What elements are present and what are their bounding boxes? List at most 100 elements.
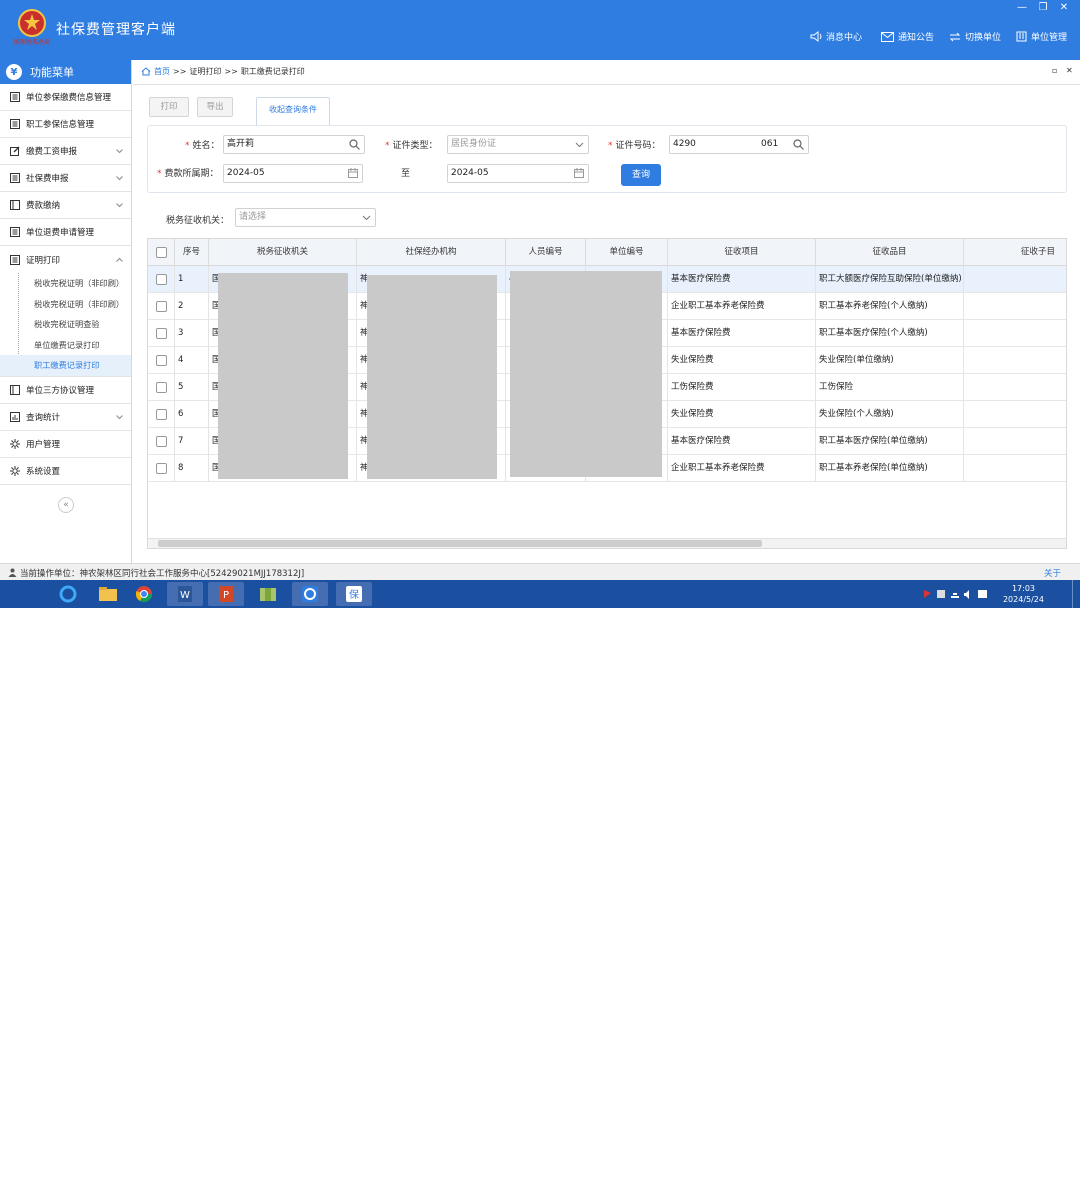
sidebar-item-payment[interactable]: 费款缴纳 [0,192,131,219]
sub-item-tax-certificate-2[interactable]: 税收完税证明（非印刷） [0,294,131,315]
calendar-icon[interactable] [348,168,358,185]
id-number-input[interactable]: 4290 061 [669,135,809,154]
title-bar: 国家税务总局 社保费管理客户端 — ❐ ✕ 消息中心 通知公告 切换单位 单位管… [0,0,1080,60]
switch-unit-label: 切换单位 [965,33,1002,43]
sidebar-item-tripartite-agreement[interactable]: 单位三方协议管理 [0,377,131,404]
cell-select[interactable] [148,374,175,401]
notice-label: 通知公告 [898,33,935,43]
tray-icons[interactable] [922,588,990,603]
sidebar-collapse-button[interactable]: « [58,497,74,513]
minimize-button[interactable]: — [1014,2,1030,13]
search-button[interactable]: 查询 [621,164,661,186]
sidebar: ¥ 功能菜单 单位参保缴费信息管理 职工参保信息管理 缴费工资申报 社保费申报 … [0,60,132,563]
sidebar-item-label: 社保费申报 [26,174,69,184]
sidebar-item-system-settings[interactable]: 系统设置 [0,458,131,485]
sidebar-item-refund[interactable]: 单位退费申请管理 [0,219,131,246]
redaction-mask [367,275,497,479]
cell-select[interactable] [148,455,175,482]
collapse-query-tab[interactable]: 收起查询条件 [256,97,330,125]
period-from-input[interactable]: 2024-05 [223,164,363,183]
select-all-checkbox[interactable] [156,247,167,258]
export-button[interactable]: 导出 [197,97,233,117]
sidebar-item-label: 单位参保缴费信息管理 [26,93,112,103]
chevron-up-icon [116,255,123,265]
sub-item-unit-payment-record[interactable]: 单位缴费记录打印 [0,335,131,356]
name-label: * 姓名： [185,141,220,151]
scrollbar-thumb[interactable] [158,540,762,547]
taskbar-powerpoint-icon[interactable]: P [208,582,244,606]
notice-link[interactable]: 通知公告 [881,30,934,43]
sidebar-item-staff-insurance[interactable]: 职工参保信息管理 [0,111,131,138]
sidebar-item-query-stats[interactable]: 查询统计 [0,404,131,431]
calendar-icon[interactable] [574,168,584,185]
sub-item-tax-certificate-1[interactable]: 税收完税证明（非印刷） [0,273,131,294]
message-center-link[interactable]: 消息中心 [810,30,862,43]
cell-select[interactable] [148,401,175,428]
taskbar-ie-icon[interactable] [50,582,86,606]
list-icon [9,173,20,184]
row-checkbox[interactable] [156,355,167,366]
taskbar-clock[interactable]: 17:03 2024/5/24 [1003,583,1044,605]
maximize-button[interactable]: ❐ [1035,2,1051,13]
cell-no: 7 [175,428,209,455]
id-type-select[interactable]: 居民身份证 [447,135,589,154]
row-checkbox[interactable] [156,301,167,312]
taskbar-word-icon[interactable]: W [167,582,203,606]
taskbar-tax-client-icon[interactable] [292,582,328,606]
show-desktop-button[interactable] [1072,580,1080,608]
taskbar-chrome-icon[interactable] [126,582,162,606]
book-icon [9,200,20,211]
cell-collection-sub [964,266,1066,293]
taskbar-archive-icon[interactable] [250,582,286,606]
breadcrumb-level1[interactable]: 证明打印 [189,66,221,77]
close-button[interactable]: ✕ [1056,2,1072,13]
tax-office-select[interactable]: 请选择 [235,208,376,227]
redaction-mask [510,271,662,477]
row-checkbox[interactable] [156,409,167,420]
search-icon[interactable] [349,139,360,157]
tab-restore-icon[interactable]: ▫ [1052,66,1057,75]
sidebar-item-fee-declare[interactable]: 社保费申报 [0,165,131,192]
sidebar-item-label: 费款缴纳 [26,201,61,211]
cell-collection-category: 工伤保险 [816,374,964,401]
horizontal-scrollbar[interactable] [148,538,1066,548]
breadcrumb-sep: >> [173,67,187,76]
header-select-all[interactable] [148,239,175,266]
cell-select[interactable] [148,347,175,374]
taskbar-folder-icon[interactable] [90,582,126,606]
sub-item-staff-payment-record[interactable]: 职工缴费记录打印 [0,355,131,376]
sidebar-item-user-manage[interactable]: 用户管理 [0,431,131,458]
user-icon [8,568,17,577]
search-icon[interactable] [793,139,804,157]
row-checkbox[interactable] [156,436,167,447]
name-input[interactable]: 高开莉 [223,135,365,154]
about-link[interactable]: 关于 [1044,567,1061,579]
cell-select[interactable] [148,266,175,293]
cell-collection-category: 失业保险(个人缴纳) [816,401,964,428]
row-checkbox[interactable] [156,328,167,339]
cell-select[interactable] [148,320,175,347]
unit-manage-link[interactable]: 单位管理 [1016,30,1067,43]
cell-collection-sub [964,455,1066,482]
sidebar-item-unit-insurance[interactable]: 单位参保缴费信息管理 [0,84,131,111]
tab-close-icon[interactable]: ✕ [1066,66,1073,75]
taskbar-insurance-client-icon[interactable]: 保 [336,582,372,606]
row-checkbox[interactable] [156,382,167,393]
cell-select[interactable] [148,293,175,320]
switch-unit-link[interactable]: 切换单位 [949,30,1001,43]
svg-text:P: P [223,590,229,601]
sidebar-item-wage-declare[interactable]: 缴费工资申报 [0,138,131,165]
sidebar-item-certificate-print[interactable]: 证明打印 [0,246,131,273]
period-to-input[interactable]: 2024-05 [447,164,589,183]
chevron-down-icon [116,413,123,423]
cell-no: 6 [175,401,209,428]
row-checkbox[interactable] [156,463,167,474]
table-header: 序号 税务征收机关 社保经办机构 人员编号 单位编号 征收项目 征收品目 征收子… [148,239,1066,266]
period-to-label: 至 [401,169,411,179]
print-button[interactable]: 打印 [149,97,189,117]
cell-collection-sub [964,347,1066,374]
breadcrumb-home[interactable]: 首页 [154,66,170,77]
row-checkbox[interactable] [156,274,167,285]
cell-select[interactable] [148,428,175,455]
sub-item-certificate-verify[interactable]: 税收完税证明查验 [0,314,131,335]
